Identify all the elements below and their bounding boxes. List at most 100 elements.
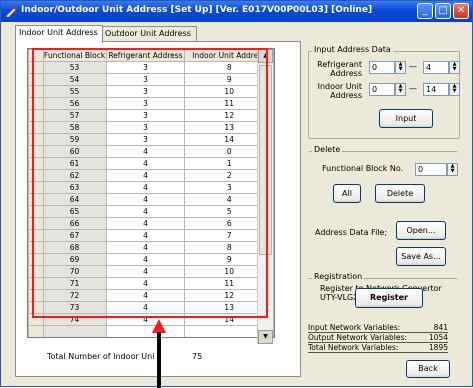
tab-outdoor-unit-address[interactable]: Outdoor Unit Address <box>101 26 197 42</box>
cell-functional-block[interactable]: 66 <box>42 217 107 230</box>
row-header[interactable] <box>28 205 44 218</box>
row-header[interactable] <box>28 181 44 194</box>
row-header[interactable] <box>28 301 44 314</box>
table-row[interactable] <box>28 325 274 337</box>
table-row[interactable]: 60 4 0 <box>28 145 274 158</box>
cell-refrigerant-address[interactable]: 4 <box>105 277 186 290</box>
cell-refrigerant-address[interactable]: 3 <box>105 73 186 86</box>
row-header[interactable] <box>28 85 44 98</box>
indoor-unit-from-input[interactable]: 0 <box>369 83 395 96</box>
close-button[interactable]: ✕ <box>453 3 469 19</box>
col-functional-block[interactable]: Functional Block <box>42 49 107 62</box>
row-header[interactable] <box>28 73 44 86</box>
indoor-unit-from-spinner[interactable]: ▲ ▼ <box>395 83 406 96</box>
table-row[interactable]: 72 4 12 <box>28 289 274 302</box>
table-row[interactable]: 63 4 3 <box>28 181 274 194</box>
cell-functional-block[interactable] <box>42 325 107 337</box>
row-header[interactable] <box>28 253 44 266</box>
cell-functional-block[interactable]: 56 <box>42 97 107 110</box>
cell-functional-block[interactable]: 74 <box>42 313 107 326</box>
save-as-button[interactable]: Save As... <box>396 247 446 266</box>
delete-all-button[interactable]: All <box>333 184 361 203</box>
cell-refrigerant-address[interactable]: 3 <box>105 85 186 98</box>
row-header[interactable] <box>28 133 44 146</box>
minimize-button[interactable]: _ <box>417 3 433 19</box>
cell-functional-block[interactable]: 57 <box>42 109 107 122</box>
title-bar[interactable]: Indoor/Outdoor Unit Address [Set Up] [Ve… <box>1 1 472 22</box>
functional-block-no-spinner[interactable]: ▲ ▼ <box>447 163 458 176</box>
cell-refrigerant-address[interactable]: 3 <box>105 133 186 146</box>
table-row[interactable]: 61 4 1 <box>28 157 274 170</box>
table-row[interactable]: 62 4 2 <box>28 169 274 182</box>
cell-functional-block[interactable]: 71 <box>42 277 107 290</box>
cell-refrigerant-address[interactable]: 4 <box>105 313 186 326</box>
register-button[interactable]: Register <box>355 288 423 308</box>
table-scrollbar[interactable]: ▲ ▼ <box>257 49 273 344</box>
address-table[interactable]: Functional Block Refrigerant Address Ind… <box>27 48 275 338</box>
table-row[interactable]: 65 4 5 <box>28 205 274 218</box>
functional-block-no-input[interactable]: 0 <box>415 163 447 176</box>
row-header[interactable] <box>28 289 44 302</box>
table-row[interactable]: 69 4 9 <box>28 253 274 266</box>
row-header[interactable] <box>28 313 44 326</box>
cell-refrigerant-address[interactable]: 4 <box>105 253 186 266</box>
cell-functional-block[interactable]: 60 <box>42 145 107 158</box>
table-row[interactable]: 66 4 6 <box>28 217 274 230</box>
cell-refrigerant-address[interactable]: 4 <box>105 217 186 230</box>
cell-refrigerant-address[interactable]: 4 <box>105 205 186 218</box>
table-row[interactable]: 56 3 11 <box>28 97 274 110</box>
open-button[interactable]: Open... <box>396 221 446 240</box>
indoor-unit-to-input[interactable]: 14 <box>423 83 449 96</box>
row-header[interactable] <box>28 169 44 182</box>
refrigerant-from-spinner[interactable]: ▲ ▼ <box>395 61 406 74</box>
cell-refrigerant-address[interactable]: 4 <box>105 229 186 242</box>
cell-refrigerant-address[interactable]: 4 <box>105 289 186 302</box>
table-row[interactable]: 54 3 9 <box>28 73 274 86</box>
tab-indoor-unit-address[interactable]: Indoor Unit Address <box>15 25 103 43</box>
row-header[interactable] <box>28 229 44 242</box>
row-header[interactable] <box>28 97 44 110</box>
cell-functional-block[interactable]: 63 <box>42 181 107 194</box>
table-row[interactable]: 58 3 13 <box>28 121 274 134</box>
scroll-up-icon[interactable]: ▲ <box>258 49 273 63</box>
cell-functional-block[interactable]: 53 <box>42 61 107 74</box>
scroll-down-icon[interactable]: ▼ <box>258 330 273 344</box>
row-header[interactable] <box>28 217 44 230</box>
cell-refrigerant-address[interactable]: 4 <box>105 181 186 194</box>
cell-refrigerant-address[interactable]: 3 <box>105 109 186 122</box>
cell-functional-block[interactable]: 68 <box>42 241 107 254</box>
row-header[interactable] <box>29 338 44 339</box>
maximize-button[interactable]: □ <box>435 3 451 19</box>
cell-refrigerant-address[interactable]: 3 <box>105 97 186 110</box>
cell-functional-block[interactable]: 61 <box>42 157 107 170</box>
row-header[interactable] <box>28 241 44 254</box>
cell-refrigerant-address[interactable]: 4 <box>105 193 186 206</box>
row-header[interactable] <box>28 157 44 170</box>
scroll-thumb[interactable] <box>259 65 272 255</box>
cell-refrigerant-address[interactable]: 4 <box>105 265 186 278</box>
cell-refrigerant-address[interactable]: 4 <box>105 301 186 314</box>
cell-functional-block[interactable]: 55 <box>42 85 107 98</box>
row-header[interactable] <box>28 121 44 134</box>
table-row[interactable]: 74 4 14 <box>28 313 274 326</box>
cell-refrigerant-address[interactable]: 4 <box>105 145 186 158</box>
cell-functional-block[interactable] <box>43 338 106 339</box>
cell-functional-block[interactable]: 72 <box>42 289 107 302</box>
cell-refrigerant-address[interactable] <box>106 338 185 339</box>
refrigerant-to-input[interactable]: 4 <box>423 61 449 74</box>
cell-functional-block[interactable]: 58 <box>42 121 107 134</box>
table-row[interactable]: 71 4 11 <box>28 277 274 290</box>
row-header[interactable] <box>28 61 44 74</box>
row-header[interactable] <box>28 109 44 122</box>
delete-button[interactable]: Delete <box>375 184 425 203</box>
cell-refrigerant-address[interactable]: 3 <box>105 121 186 134</box>
cell-functional-block[interactable]: 64 <box>42 193 107 206</box>
cell-functional-block[interactable]: 65 <box>42 205 107 218</box>
refrigerant-from-input[interactable]: 0 <box>369 61 395 74</box>
table-row[interactable]: 59 3 14 <box>28 133 274 146</box>
cell-functional-block[interactable]: 59 <box>42 133 107 146</box>
cell-functional-block[interactable]: 73 <box>42 301 107 314</box>
input-button[interactable]: Input <box>379 109 433 128</box>
row-header[interactable] <box>28 277 44 290</box>
row-header[interactable] <box>28 265 44 278</box>
